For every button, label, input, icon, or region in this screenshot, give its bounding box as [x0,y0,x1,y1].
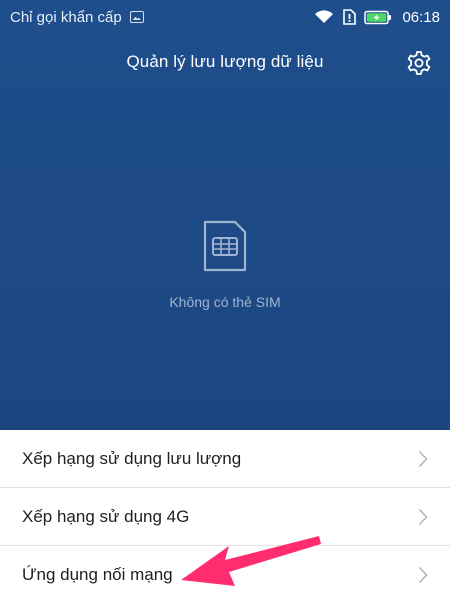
wifi-icon [315,10,334,23]
menu-item-networked-apps[interactable]: Ứng dụng nối mạng [0,546,450,604]
status-bar: Chỉ gọi khẩn cấp 06:18 [0,0,450,34]
gear-icon [407,51,431,75]
clock: 06:18 [402,8,440,26]
header-panel: Chỉ gọi khẩn cấp 06:18 Quản lý lưu lượng… [0,0,450,430]
menu-item-4g-ranking[interactable]: Xếp hạng sử dụng 4G [0,488,450,546]
no-sim-label: Không có thẻ SIM [169,294,281,310]
page-title: Quản lý lưu lượng dữ liệu [126,52,324,71]
menu-item-label: Ứng dụng nối mạng [22,565,173,584]
chevron-right-icon [418,450,428,467]
sim-status: Không có thẻ SIM [0,220,450,310]
settings-button[interactable] [404,48,434,78]
menu-item-label: Xếp hạng sử dụng lưu lượng [22,448,242,468]
sim-card-icon [203,220,247,272]
menu-list: Xếp hạng sử dụng lưu lượng Xếp hạng sử d… [0,430,450,610]
menu-item-traffic-ranking[interactable]: Xếp hạng sử dụng lưu lượng [0,430,450,488]
menu-item-label: Xếp hạng sử dụng 4G [22,506,190,526]
battery-charging-icon [364,10,392,24]
chevron-right-icon [418,508,428,525]
sim-alert-icon [343,9,357,25]
carrier-text: Chỉ gọi khẩn cấp [10,8,122,26]
chevron-right-icon [418,566,428,584]
image-notification-icon [129,11,144,23]
